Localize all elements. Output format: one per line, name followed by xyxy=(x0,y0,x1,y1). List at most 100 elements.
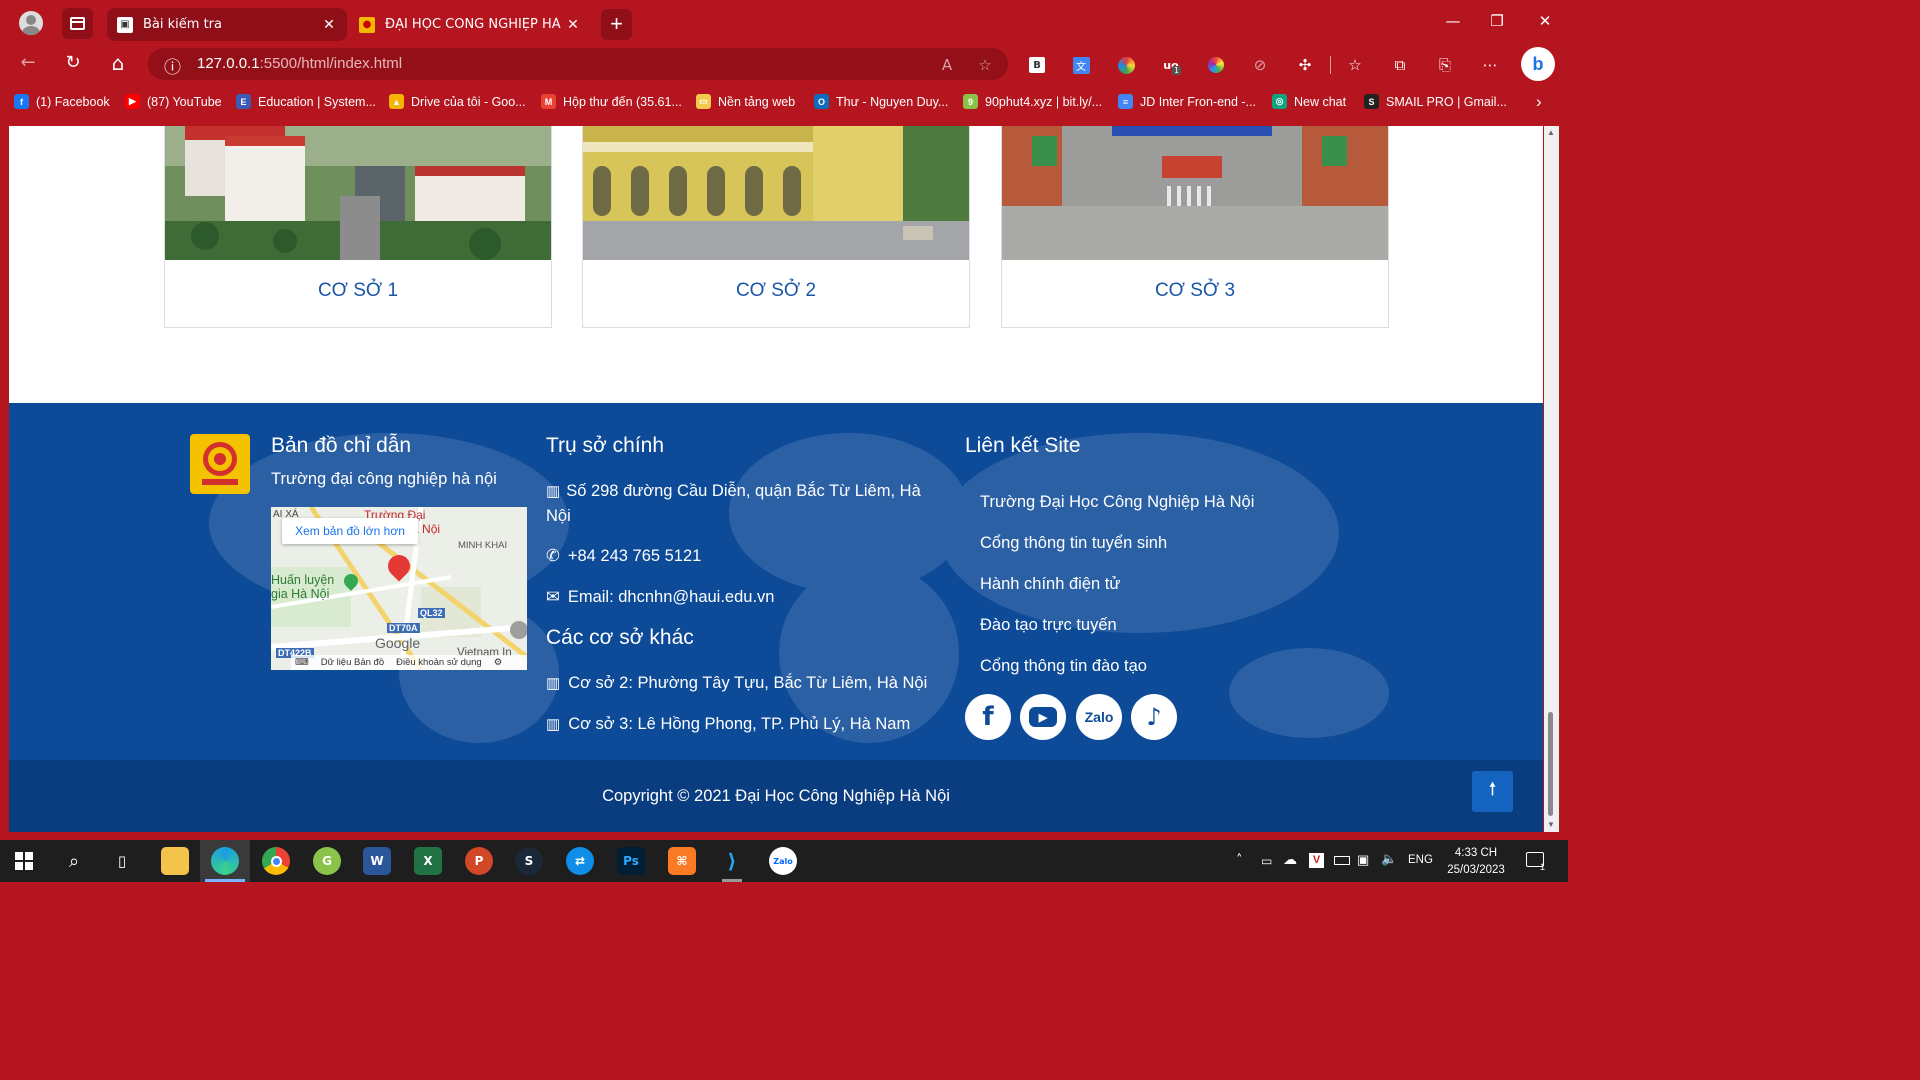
greenshot-icon[interactable]: G xyxy=(313,847,341,875)
keyboard-icon[interactable]: ⌨ xyxy=(295,657,309,668)
tab-close-icon[interactable]: ✕ xyxy=(565,17,581,33)
ublock-icon[interactable]: uo 1 xyxy=(1160,54,1182,76)
workspaces-icon[interactable] xyxy=(62,8,93,39)
bookmark-favicon-icon: M xyxy=(541,94,556,109)
map-larger-link[interactable]: Xem bản đồ lớn hơn xyxy=(282,518,418,544)
steam-icon[interactable]: S xyxy=(515,847,543,875)
vscode-icon[interactable]: ⟩ xyxy=(718,847,746,875)
map-label-training: Huấn luyện gia Hà Nội xyxy=(271,573,335,601)
scroll-up-icon[interactable]: ▲ xyxy=(1547,128,1555,137)
bookmark-label: Drive của tôi - Goo... xyxy=(411,94,526,109)
bookmark-education[interactable]: E Education | System... xyxy=(236,94,376,109)
favorites-icon[interactable]: ☆ xyxy=(1344,54,1366,76)
teamviewer-icon[interactable]: ⇄ xyxy=(566,847,594,875)
scrollbar-thumb[interactable] xyxy=(1548,712,1553,816)
site-links-heading: Liên kết Site xyxy=(965,434,1081,457)
clock-date: 25/03/2023 xyxy=(1447,864,1505,876)
color-picker-icon[interactable] xyxy=(1115,54,1137,76)
map-terms-link[interactable]: Điều khoản sử dụng xyxy=(396,657,482,668)
bookmark-folder-web[interactable]: ▭ Nền tảng web xyxy=(696,94,795,109)
back-button[interactable]: ← xyxy=(16,52,40,73)
extension-badge: 1 xyxy=(1172,66,1182,75)
map-road-ql32: QL32 xyxy=(418,608,445,618)
campus-card-1[interactable]: CƠ SỞ 1 xyxy=(164,126,552,328)
chrome-icon[interactable] xyxy=(262,847,290,875)
new-tab-button[interactable]: + xyxy=(601,9,632,40)
bing-icon[interactable]: b xyxy=(1521,47,1555,81)
tray-cloud-icon[interactable]: ☁ xyxy=(1283,852,1297,868)
tray-camera-icon[interactable]: ▭ xyxy=(1261,854,1272,868)
restore-button[interactable]: ❐ xyxy=(1485,12,1509,30)
bookmark-facebook[interactable]: f (1) Facebook xyxy=(14,94,110,109)
bookmark-90phut[interactable]: 9 90phut4.xyz | bit.ly/... xyxy=(963,94,1102,109)
network-icon[interactable]: ▣ xyxy=(1357,852,1369,868)
close-window-button[interactable]: ✕ xyxy=(1533,12,1557,30)
share-icon[interactable]: ⎘ xyxy=(1434,54,1456,76)
tiktok-icon[interactable]: ♪ xyxy=(1131,694,1177,740)
map-settings-icon[interactable]: ⚙ xyxy=(494,657,503,668)
search-icon[interactable]: ⌕ xyxy=(60,847,88,875)
compass-icon[interactable]: ⊘ xyxy=(1249,54,1271,76)
site-link-e-government[interactable]: Hành chính điện tử xyxy=(980,572,1120,596)
powerpoint-icon[interactable]: P xyxy=(465,847,493,875)
campus-card-2[interactable]: CƠ SỞ 2 xyxy=(582,126,970,328)
xampp-icon[interactable]: ⌘ xyxy=(668,847,696,875)
bookmark-smail[interactable]: S SMAIL PRO | Gmail... xyxy=(1364,94,1507,109)
zalo-icon[interactable]: Zalo xyxy=(1076,694,1122,740)
tab-bar: ▣ Bài kiểm tra ✕ ● ĐẠI HỌC CÔNG NGHIỆP H… xyxy=(0,0,1568,48)
bookmark-label: New chat xyxy=(1294,94,1347,109)
clock[interactable]: 4:33 CH 25/03/2023 xyxy=(1443,845,1509,879)
reload-button[interactable]: ↻ xyxy=(61,52,85,73)
edge-dev-icon[interactable] xyxy=(211,847,239,875)
word-icon[interactable]: W xyxy=(363,847,391,875)
extensions-icon[interactable]: ✣ xyxy=(1294,54,1316,76)
url-text[interactable]: 127.0.0.1:5500/html/index.html xyxy=(197,55,402,72)
tab-close-icon[interactable]: ✕ xyxy=(321,17,337,33)
tray-chevron-icon[interactable]: ˄ xyxy=(1236,853,1243,868)
profile-avatar[interactable] xyxy=(19,11,43,35)
excel-icon[interactable]: X xyxy=(414,847,442,875)
tab-haui[interactable]: ● ĐẠI HỌC CÔNG NGHIỆP HÀ NỘI ✕ xyxy=(349,8,591,41)
youtube-icon[interactable]: ▶ xyxy=(1020,694,1066,740)
minimize-button[interactable]: — xyxy=(1441,12,1465,30)
site-link-admissions[interactable]: Cổng thông tin tuyển sinh xyxy=(980,531,1167,555)
site-link-haui[interactable]: Trường Đại Học Công Nghiệp Hà Nội xyxy=(980,490,1254,514)
back-to-top-button[interactable]: 🠕 xyxy=(1472,771,1513,812)
file-explorer-icon[interactable] xyxy=(161,847,189,875)
map-data-label[interactable]: Dữ liệu Bản đồ xyxy=(321,657,384,668)
color-wheel-icon[interactable] xyxy=(1205,54,1227,76)
more-icon[interactable]: ⋯ xyxy=(1479,54,1501,76)
start-button[interactable] xyxy=(15,852,33,870)
bookmark-drive[interactable]: ▲ Drive của tôi - Goo... xyxy=(389,94,526,109)
volume-icon[interactable]: 🔈 xyxy=(1381,852,1397,867)
favorite-add-icon[interactable]: ☆ xyxy=(974,54,996,76)
task-view-icon[interactable]: ▯ xyxy=(108,847,136,875)
site-info-icon[interactable]: ⓘ xyxy=(164,53,181,78)
bookmark-chatgpt[interactable]: ◎ New chat xyxy=(1272,94,1346,109)
translate-icon[interactable]: 文 xyxy=(1070,54,1092,76)
bookmark-outlook[interactable]: O Thư - Nguyen Duy... xyxy=(814,94,948,109)
tray-app-icon[interactable]: V xyxy=(1309,853,1324,868)
scroll-down-icon[interactable]: ▼ xyxy=(1547,820,1555,829)
bookmark-jd-frontend[interactable]: ≡ JD Inter Fron-end -... xyxy=(1118,94,1256,109)
language-indicator[interactable]: ENG xyxy=(1408,854,1433,866)
bookmark-b-icon[interactable]: B xyxy=(1026,54,1048,76)
battery-icon[interactable] xyxy=(1334,856,1350,865)
bookmarks-more-icon[interactable]: › xyxy=(1536,92,1542,112)
read-aloud-icon[interactable]: A xyxy=(936,54,958,76)
bookmark-gmail[interactable]: M Hộp thư đến (35.61... xyxy=(541,94,682,109)
photoshop-icon[interactable]: Ps xyxy=(617,847,645,875)
embedded-map[interactable]: AI XÁ Trường Đại nghiệp Hà Nội MINH KHAI… xyxy=(271,507,527,670)
site-link-online-training[interactable]: Đào tạo trực tuyến xyxy=(980,613,1117,637)
haui-logo-icon xyxy=(202,442,238,485)
facebook-icon[interactable]: f xyxy=(965,694,1011,740)
site-link-training-portal[interactable]: Cổng thông tin đào tạo xyxy=(980,654,1147,678)
copyright-text: Copyright © 2021 Đại Học Công Nghiệp Hà … xyxy=(602,787,950,805)
collections-icon[interactable]: ⧉ xyxy=(1389,54,1411,76)
zalo-taskbar-icon[interactable]: Zalo xyxy=(769,847,797,875)
bookmark-youtube[interactable]: ▶ (87) YouTube xyxy=(125,94,222,109)
home-button[interactable]: ⌂ xyxy=(106,51,130,75)
tab-bai-kiem-tra[interactable]: ▣ Bài kiểm tra ✕ xyxy=(107,8,347,41)
youtube-play: ▶ xyxy=(1029,707,1057,727)
campus-card-3[interactable]: CƠ SỞ 3 xyxy=(1001,126,1389,328)
